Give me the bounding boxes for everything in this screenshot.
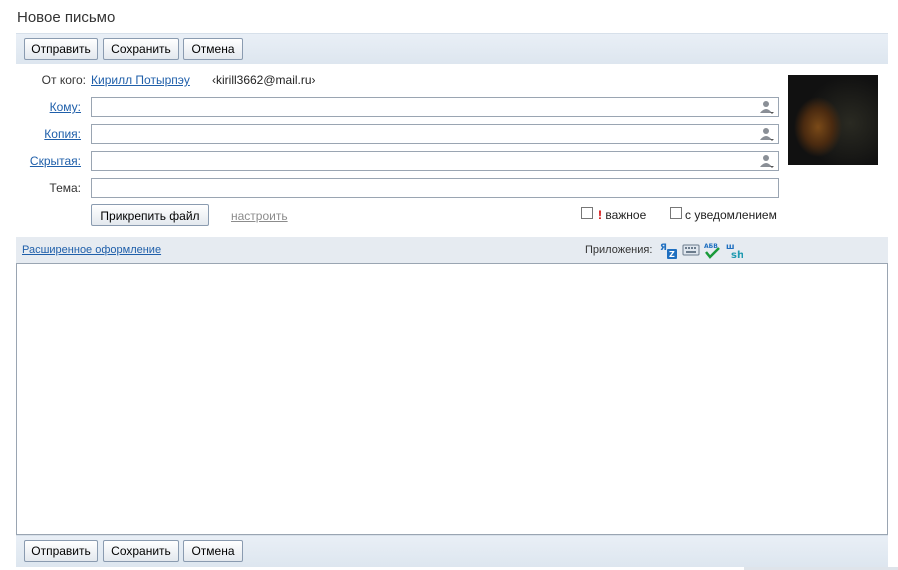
to-field[interactable] bbox=[91, 97, 779, 117]
rich-format-link[interactable]: Расширенное оформление bbox=[22, 244, 161, 256]
page-title: Новое письмо bbox=[17, 9, 116, 26]
svg-text:АБВ: АБВ bbox=[704, 243, 718, 250]
apps-bar: Расширенное оформление Приложения: Я Z А… bbox=[16, 237, 888, 263]
bcc-field[interactable] bbox=[91, 151, 779, 171]
svg-text:sh: sh bbox=[731, 250, 743, 259]
top-toolbar: Отправить Сохранить Отмена bbox=[16, 33, 888, 64]
message-body-input[interactable] bbox=[17, 264, 887, 534]
important-text: важное bbox=[605, 208, 647, 222]
from-label: От кого: bbox=[41, 73, 86, 87]
attach-file-button[interactable]: Прикрепить файл bbox=[91, 204, 209, 226]
send-button[interactable]: Отправить bbox=[24, 38, 98, 60]
important-mark: ! bbox=[598, 208, 602, 222]
from-name-link[interactable]: Кирилл Потырпэу bbox=[91, 73, 190, 87]
translate-icon[interactable]: Я Z bbox=[660, 241, 678, 259]
save-button[interactable]: Сохранить bbox=[103, 38, 179, 60]
to-label-link[interactable]: Кому: bbox=[11, 100, 81, 114]
cc-input[interactable] bbox=[95, 126, 759, 144]
address-book-icon[interactable] bbox=[759, 154, 775, 169]
configure-link[interactable]: настроить bbox=[231, 209, 288, 223]
cancel-button-bottom[interactable]: Отмена bbox=[183, 540, 243, 562]
from-email: ‹kirill3662@mail.ru› bbox=[212, 73, 316, 87]
send-button-bottom[interactable]: Отправить bbox=[24, 540, 98, 562]
message-body-editor[interactable] bbox=[16, 263, 888, 535]
message-header: От кого: Кирилл Потырпэу ‹kirill3662@mai… bbox=[16, 64, 888, 236]
apps-label: Приложения: bbox=[585, 244, 653, 256]
bcc-input[interactable] bbox=[95, 153, 759, 171]
address-book-icon[interactable] bbox=[759, 100, 775, 115]
notify-checkbox[interactable] bbox=[670, 207, 682, 219]
spellcheck-icon[interactable]: АБВ bbox=[703, 241, 721, 259]
svg-text:Я: Я bbox=[660, 243, 667, 253]
subject-label: Тема: bbox=[49, 181, 81, 195]
cc-field[interactable] bbox=[91, 124, 779, 144]
svg-text:Z: Z bbox=[669, 250, 675, 259]
address-book-icon[interactable] bbox=[759, 127, 775, 142]
notify-label: с уведомлением bbox=[685, 208, 777, 222]
to-input[interactable] bbox=[95, 99, 759, 117]
subject-field[interactable] bbox=[91, 178, 779, 198]
sender-avatar bbox=[788, 75, 878, 165]
transliterate-icon[interactable]: ш sh bbox=[725, 241, 743, 259]
cancel-button[interactable]: Отмена bbox=[183, 38, 243, 60]
bottom-toolbar: Отправить Сохранить Отмена bbox=[16, 535, 888, 567]
save-button-bottom[interactable]: Сохранить bbox=[103, 540, 179, 562]
subject-input[interactable] bbox=[95, 180, 779, 198]
important-checkbox[interactable] bbox=[581, 207, 593, 219]
bcc-label-link[interactable]: Скрытая: bbox=[11, 154, 81, 168]
important-label: ! важное bbox=[598, 208, 646, 222]
cc-label-link[interactable]: Копия: bbox=[11, 127, 81, 141]
keyboard-icon[interactable] bbox=[682, 241, 700, 259]
